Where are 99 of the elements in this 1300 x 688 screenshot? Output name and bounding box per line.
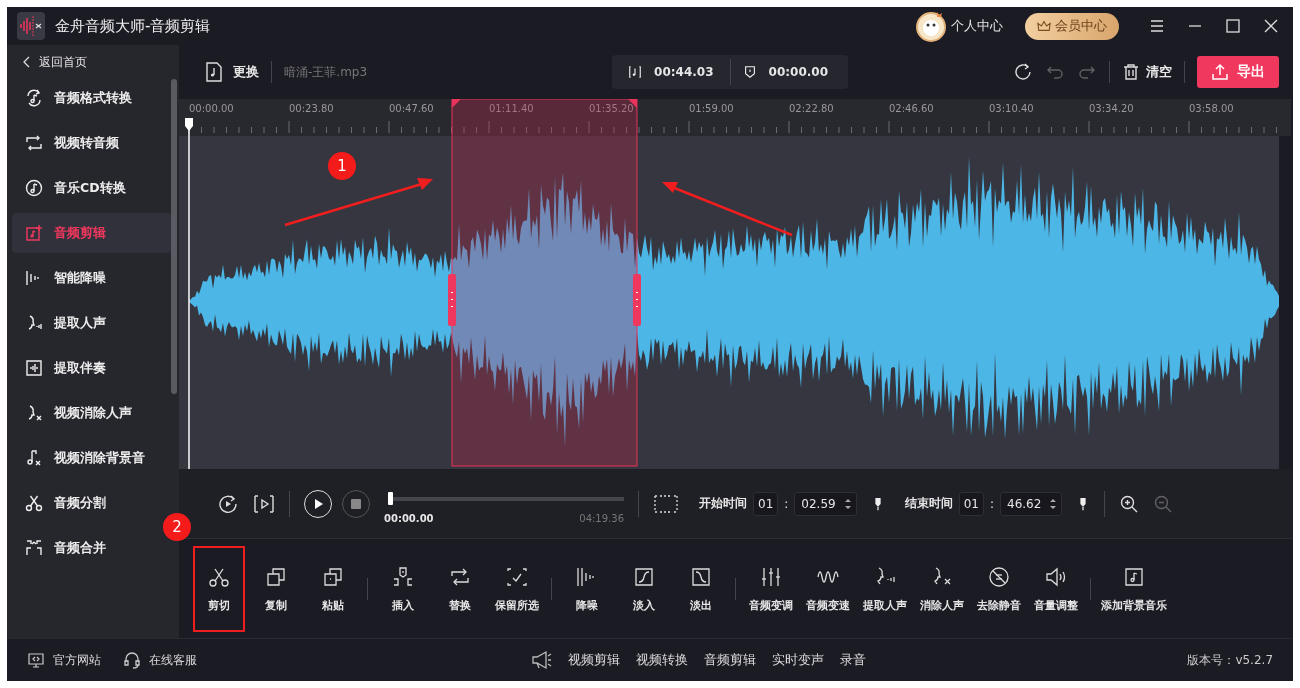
version-label: 版本号：v5.2.7 bbox=[1187, 651, 1273, 669]
tick-label: 01:35.20 bbox=[589, 103, 634, 114]
tool-button[interactable]: 音频变调 bbox=[742, 545, 799, 632]
tool-button[interactable]: 插入 bbox=[374, 545, 431, 632]
sidebar-item[interactable]: 智能降噪 bbox=[12, 258, 171, 298]
replace-button[interactable]: 更换 bbox=[233, 63, 259, 81]
time-separator: : bbox=[989, 496, 994, 511]
maximize-icon[interactable] bbox=[1225, 18, 1241, 34]
app-logo-icon bbox=[17, 12, 45, 40]
shortcut-link[interactable]: 视频剪辑 bbox=[568, 651, 621, 669]
back-link[interactable]: 返回首页 bbox=[7, 51, 179, 73]
support-link[interactable]: 在线客服 bbox=[123, 651, 197, 669]
scissors-icon bbox=[24, 493, 44, 513]
start-handle[interactable] bbox=[448, 274, 456, 326]
shortcut-link[interactable]: 视频转换 bbox=[636, 651, 689, 669]
tool-button[interactable]: 保留所选 bbox=[488, 545, 545, 632]
music-file-icon[interactable] bbox=[203, 61, 225, 83]
seconds-field[interactable]: 02.59 bbox=[794, 491, 857, 516]
spinner-icon[interactable] bbox=[1049, 496, 1058, 511]
selection-range-icon bbox=[653, 492, 679, 515]
progress-handle[interactable] bbox=[388, 492, 393, 505]
cursor-time: 00:00.00 bbox=[768, 65, 828, 79]
export-button[interactable]: 导出 bbox=[1197, 56, 1279, 88]
sidebar-item[interactable]: 音频格式转换 bbox=[12, 78, 171, 118]
file-name: 暗涌-王菲.mp3 bbox=[284, 63, 368, 81]
play-icon bbox=[312, 497, 324, 510]
tool-button[interactable]: 降噪 bbox=[558, 545, 615, 632]
playhead[interactable] bbox=[185, 118, 193, 469]
time-separator: : bbox=[784, 496, 789, 511]
sidebar-item[interactable]: 音乐CD转换 bbox=[12, 168, 171, 208]
minutes-field[interactable]: 01 bbox=[958, 491, 984, 516]
disc-icon bbox=[24, 178, 44, 198]
selection-note-icon bbox=[628, 65, 643, 79]
tick-label: 02:22.80 bbox=[789, 103, 834, 114]
time-label: 结束时间 bbox=[904, 495, 953, 512]
megaphone-icon bbox=[530, 649, 553, 671]
seconds-field[interactable]: 46.62 bbox=[1000, 491, 1063, 516]
sidebar-item[interactable]: 视频转音频 bbox=[12, 123, 171, 163]
user-center-link[interactable]: 个人中心 bbox=[951, 17, 1003, 35]
menu-icon[interactable] bbox=[1149, 18, 1165, 34]
edit-icon bbox=[24, 223, 44, 243]
minutes-field[interactable]: 01 bbox=[753, 491, 779, 516]
loop-icon bbox=[24, 133, 44, 153]
scrollbar[interactable] bbox=[171, 79, 177, 394]
shortcut-link[interactable]: 录音 bbox=[840, 651, 867, 669]
shortcut-link[interactable]: 音频剪辑 bbox=[704, 651, 757, 669]
sidebar-item[interactable]: 视频消除背景音 bbox=[12, 438, 171, 478]
sidebar-item[interactable]: 提取人声 bbox=[12, 303, 171, 343]
tool-button[interactable]: 添加背景音乐 bbox=[1097, 545, 1171, 632]
shield-icon bbox=[742, 65, 757, 79]
total-time: 04:19.36 bbox=[579, 513, 624, 524]
refresh-icon[interactable] bbox=[1013, 62, 1033, 82]
merge-icon bbox=[24, 538, 44, 558]
selection-region[interactable] bbox=[451, 99, 638, 467]
play-selection-icon[interactable] bbox=[253, 492, 275, 515]
tool-button[interactable]: 淡入 bbox=[615, 545, 672, 632]
selection-duration: 00:44.03 bbox=[654, 65, 714, 79]
shortcut-link[interactable]: 实时变声 bbox=[772, 651, 825, 669]
tool-button[interactable]: 剪切 bbox=[193, 545, 245, 632]
tick-label: 01:59.00 bbox=[689, 103, 734, 114]
tick-label: 03:10.40 bbox=[989, 103, 1034, 114]
spinner-icon[interactable] bbox=[843, 496, 852, 511]
window-title: 金舟音频大师-音频剪辑 bbox=[55, 16, 211, 36]
tool-button[interactable]: 粘贴 bbox=[304, 545, 361, 632]
stop-icon bbox=[350, 497, 362, 510]
mute-circle-icon bbox=[986, 564, 1011, 589]
tick-label: 00:47.60 bbox=[389, 103, 434, 114]
convert-icon bbox=[24, 88, 44, 108]
tick-label: 01:11.40 bbox=[489, 103, 534, 114]
waveform-icon bbox=[24, 358, 44, 378]
time-label: 开始时间 bbox=[699, 495, 747, 512]
tool-button[interactable]: 替换 bbox=[431, 545, 488, 632]
close-icon[interactable] bbox=[1263, 18, 1279, 34]
tool-button[interactable]: 音频变速 bbox=[799, 545, 856, 632]
upload-icon bbox=[1211, 63, 1229, 81]
tool-button[interactable]: 淡出 bbox=[672, 545, 729, 632]
tick-label: 03:34.20 bbox=[1089, 103, 1134, 114]
zoom-in-icon[interactable] bbox=[1119, 493, 1140, 514]
tool-button[interactable]: 复制 bbox=[247, 545, 304, 632]
tool-button[interactable]: 去除静音 bbox=[970, 545, 1027, 632]
sidebar-item[interactable]: 视频消除人声 bbox=[12, 393, 171, 433]
current-time: 00:00.00 bbox=[384, 513, 434, 524]
tick-label: 00:00.00 bbox=[189, 103, 234, 114]
tool-button[interactable]: 提取人声 bbox=[856, 545, 913, 632]
clear-button[interactable]: 清空 bbox=[1122, 63, 1172, 81]
tool-button[interactable]: 消除人声 bbox=[913, 545, 970, 632]
headset-icon bbox=[123, 651, 141, 669]
tool-button[interactable]: 音量调整 bbox=[1027, 545, 1084, 632]
tick-label: 02:46.60 bbox=[889, 103, 934, 114]
tick-label: 00:23.80 bbox=[289, 103, 334, 114]
website-link[interactable]: 官方网站 bbox=[27, 651, 101, 669]
sidebar-item[interactable]: 提取伴奏 bbox=[12, 348, 171, 388]
tick-label: 03:58.00 bbox=[1189, 103, 1234, 114]
vip-center-button[interactable]: 会员中心 bbox=[1025, 12, 1119, 40]
monitor-icon bbox=[27, 651, 45, 669]
crown-icon bbox=[1037, 19, 1051, 33]
end-handle[interactable] bbox=[633, 274, 641, 326]
trash-icon bbox=[1122, 63, 1140, 81]
avatar-icon[interactable] bbox=[915, 10, 947, 42]
